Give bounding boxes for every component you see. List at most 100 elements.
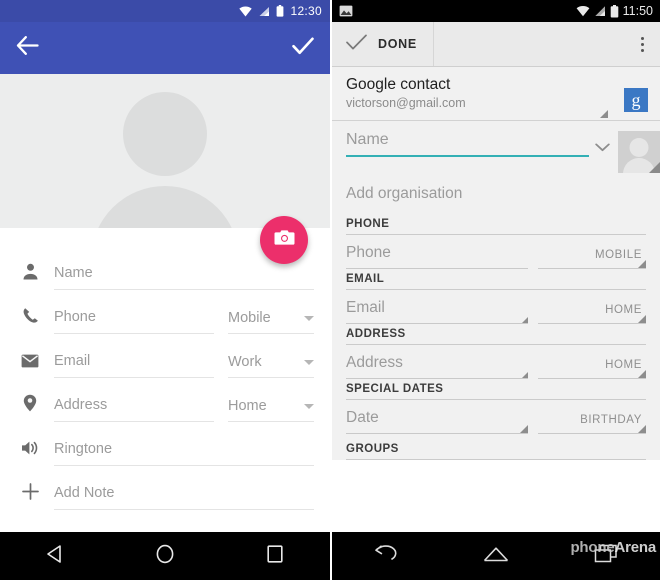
chevron-down-icon xyxy=(304,359,314,365)
watermark-part2: Arena xyxy=(614,539,656,556)
left-clock: 12:30 xyxy=(290,4,322,18)
wifi-icon xyxy=(239,5,253,17)
phone-input[interactable]: Phone xyxy=(346,244,528,269)
spinner-corner-icon xyxy=(638,260,646,268)
spinner-corner-icon xyxy=(600,110,608,118)
add-note-input[interactable]: Add Note xyxy=(54,484,314,510)
google-badge-icon: g xyxy=(624,88,648,112)
account-title: Google contact xyxy=(346,76,451,93)
left-contact-form: Name Phone Mobile Email Work Address Hom… xyxy=(0,228,330,510)
address-type-spinner[interactable]: Home xyxy=(228,398,314,422)
email-placeholder: Email xyxy=(346,299,385,316)
plus-icon xyxy=(10,483,50,510)
person-placeholder-body xyxy=(91,186,239,228)
name-placeholder: Name xyxy=(54,265,93,281)
address-type-value: Home xyxy=(228,398,267,414)
confirm-check-icon[interactable] xyxy=(292,37,314,60)
phone-icon xyxy=(10,307,50,334)
field-row-phone[interactable]: Phone Mobile xyxy=(0,290,330,334)
chevron-down-icon[interactable] xyxy=(595,139,610,157)
email-input[interactable]: Email xyxy=(54,352,214,378)
field-row-add-note[interactable]: Add Note xyxy=(0,466,330,510)
left-phone-screen: 12:30 Name Phone Mobile Email Work Addre… xyxy=(0,0,330,580)
section-header-special-dates: SPECIAL DATES xyxy=(346,383,444,395)
person-placeholder-head xyxy=(123,92,207,176)
address-input[interactable]: Address xyxy=(346,354,528,379)
overflow-menu-icon[interactable] xyxy=(641,36,660,52)
address-type-spinner[interactable]: HOME xyxy=(538,355,646,379)
address-placeholder: Address xyxy=(54,397,108,413)
check-icon xyxy=(346,34,367,55)
field-row-ringtone[interactable]: Ringtone xyxy=(0,422,330,466)
section-header-groups: GROUPS xyxy=(346,443,399,455)
account-email: victorson@gmail.com xyxy=(346,96,466,110)
organisation-placeholder: Add organisation xyxy=(346,185,463,202)
date-input[interactable]: Date xyxy=(346,409,528,434)
spinner-corner-icon xyxy=(638,315,646,323)
avatar[interactable] xyxy=(618,131,660,173)
email-placeholder: Email xyxy=(54,353,91,369)
date-type-value: BIRTHDAY xyxy=(580,414,642,426)
phone-placeholder: Phone xyxy=(54,309,96,325)
done-label: DONE xyxy=(378,37,417,51)
phone-input[interactable]: Phone xyxy=(54,308,214,334)
address-input[interactable]: Address xyxy=(54,396,214,422)
phone-type-value: Mobile xyxy=(228,310,271,326)
square-recents-icon[interactable] xyxy=(264,543,286,570)
field-corner-icon xyxy=(522,372,528,378)
contact-photo-hero[interactable] xyxy=(0,74,330,228)
phone-placeholder: Phone xyxy=(346,244,391,261)
avatar-head xyxy=(629,138,649,157)
triangle-back-icon[interactable] xyxy=(44,543,66,570)
ringtone-placeholder: Ringtone xyxy=(54,441,113,457)
back-arrow-icon[interactable] xyxy=(16,36,39,60)
phone-type-spinner[interactable]: Mobile xyxy=(228,310,314,334)
add-note-placeholder: Add Note xyxy=(54,485,115,501)
spinner-corner-icon xyxy=(638,370,646,378)
date-type-spinner[interactable]: BIRTHDAY xyxy=(538,410,646,434)
spinner-corner-icon xyxy=(638,425,646,433)
location-icon xyxy=(10,394,50,422)
email-type-spinner[interactable]: HOME xyxy=(538,300,646,324)
name-input[interactable]: Name xyxy=(54,264,314,290)
right-phone-screen: 11:50 DONE Google contact victorson@gmai… xyxy=(330,0,660,580)
chevron-down-icon xyxy=(304,315,314,321)
email-row[interactable]: Email HOME xyxy=(332,290,660,324)
email-type-spinner[interactable]: Work xyxy=(228,354,314,378)
divider xyxy=(346,459,646,460)
person-icon xyxy=(10,263,50,290)
field-row-email[interactable]: Email Work xyxy=(0,334,330,378)
name-input[interactable]: Name xyxy=(346,131,589,157)
right-clock: 11:50 xyxy=(622,4,653,18)
home-icon[interactable] xyxy=(483,546,509,567)
name-row[interactable]: Name xyxy=(332,121,660,173)
battery-icon xyxy=(276,5,284,17)
section-header-address: ADDRESS xyxy=(346,328,406,340)
email-type-value: Work xyxy=(228,354,262,370)
phone-type-spinner[interactable]: MOBILE xyxy=(538,245,646,269)
date-row[interactable]: Date BIRTHDAY xyxy=(332,400,660,434)
right-status-bar: 11:50 xyxy=(332,0,660,22)
speaker-icon xyxy=(10,440,50,466)
right-contact-form: Name Add organisation PHONE Phone MOBILE… xyxy=(332,121,660,460)
email-input[interactable]: Email xyxy=(346,299,528,324)
address-placeholder: Address xyxy=(346,354,403,371)
phone-row[interactable]: Phone MOBILE xyxy=(332,235,660,269)
account-selector[interactable]: Google contact victorson@gmail.com g xyxy=(332,67,660,121)
section-header-email: EMAIL xyxy=(346,273,385,285)
done-button[interactable]: DONE xyxy=(332,22,434,66)
watermark-part1: phone xyxy=(570,539,615,556)
field-row-address[interactable]: Address Home xyxy=(0,378,330,422)
gallery-icon xyxy=(339,5,353,17)
camera-fab-button[interactable] xyxy=(260,216,308,264)
add-organisation-input[interactable]: Add organisation xyxy=(332,173,660,214)
battery-icon xyxy=(610,4,619,18)
name-placeholder: Name xyxy=(346,131,389,148)
date-placeholder: Date xyxy=(346,409,379,426)
address-row[interactable]: Address HOME xyxy=(332,345,660,379)
back-arrow-icon[interactable] xyxy=(374,544,398,568)
watermark: phoneArena xyxy=(570,539,656,556)
circle-home-icon[interactable] xyxy=(154,543,176,570)
right-action-bar: DONE xyxy=(332,22,660,67)
ringtone-input[interactable]: Ringtone xyxy=(54,440,314,466)
